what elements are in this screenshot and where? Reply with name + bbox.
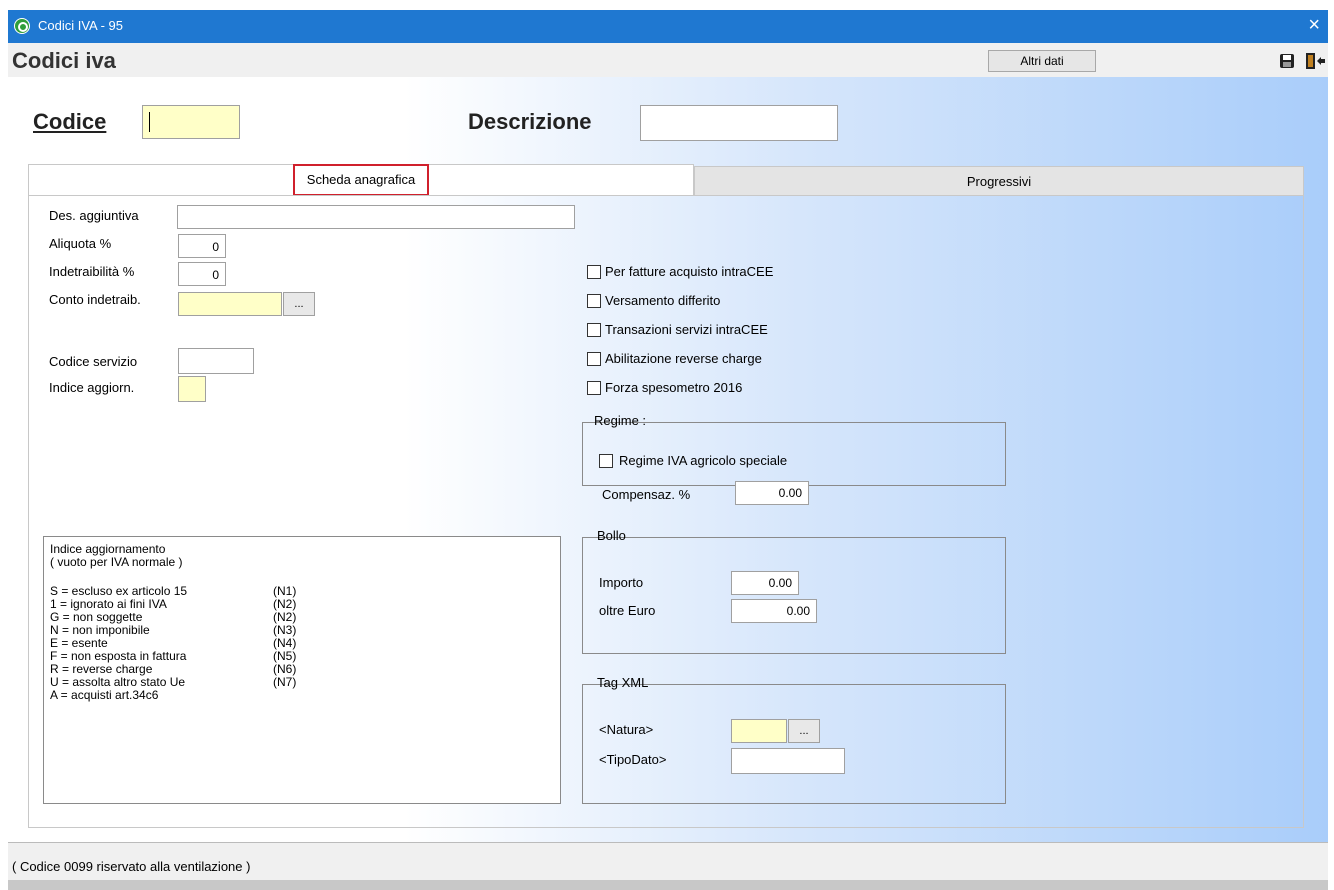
tab-scheda-anagrafica[interactable]: Scheda anagrafica: [28, 164, 694, 196]
aliquota-label: Aliquota %: [49, 236, 112, 251]
aliquota-input[interactable]: 0: [178, 234, 226, 258]
des-aggiuntiva-label: Des. aggiuntiva: [49, 208, 139, 223]
checkbox-versamento-differito[interactable]: [587, 294, 601, 308]
bollo-legend: Bollo: [597, 528, 626, 543]
tab-progressivi[interactable]: Progressivi: [694, 166, 1304, 196]
descrizione-label: Descrizione: [468, 109, 592, 134]
checkbox-transazioni-servizi[interactable]: [587, 323, 601, 337]
legend-subtitle: ( vuoto per IVA normale ): [50, 555, 183, 569]
codice-servizio-label: Codice servizio: [49, 354, 138, 369]
checkbox-reverse-charge[interactable]: [587, 352, 601, 366]
text-cursor: [149, 112, 150, 132]
checkbox-label: Abilitazione reverse charge: [605, 351, 762, 366]
indice-aggiorn-input[interactable]: [178, 376, 206, 402]
descrizione-input[interactable]: [640, 105, 838, 141]
oltre-euro-input[interactable]: 0.00: [731, 599, 817, 623]
regime-agricolo-label: Regime IVA agricolo speciale: [619, 453, 788, 468]
natura-lookup-button[interactable]: ...: [788, 719, 820, 743]
tipodato-label: <TipoDato>: [599, 752, 667, 767]
form-title: Codici iva: [12, 48, 116, 73]
indetraibilita-input[interactable]: 0: [178, 262, 226, 286]
natura-label: <Natura>: [599, 722, 654, 737]
oltre-euro-label: oltre Euro: [599, 603, 656, 618]
tag-xml-group: [582, 684, 1006, 804]
regime-legend: Regime :: [594, 413, 647, 428]
checkbox-label: Forza spesometro 2016: [605, 380, 743, 395]
altri-dati-button[interactable]: Altri dati: [988, 50, 1096, 72]
legend-row: A = acquisti art.34c6: [50, 688, 159, 702]
importo-label: Importo: [599, 575, 644, 590]
bottom-border: [8, 880, 1328, 890]
checkbox-label: Versamento differito: [605, 293, 721, 308]
status-bar: ( Codice 0099 riservato alla ventilazion…: [8, 842, 1328, 880]
form-header: Codici iva Altri dati: [8, 43, 1328, 77]
title-bar: Codici IVA - 95 ×: [8, 10, 1328, 43]
app-icon: [14, 18, 30, 34]
checkbox-fatture-intracee[interactable]: [587, 265, 601, 279]
checkbox-spesometro-2016[interactable]: [587, 381, 601, 395]
codice-label: Codice: [33, 109, 107, 134]
checkbox-label: Transazioni servizi intraCEE: [605, 322, 768, 337]
window-title: Codici IVA - 95: [38, 18, 124, 33]
indetraibilita-label: Indetraibilità %: [49, 264, 135, 279]
checkbox-label: Per fatture acquisto intraCEE: [605, 264, 774, 279]
tipodato-input[interactable]: [731, 748, 845, 774]
indice-legend-box: Indice aggiornamento ( vuoto per IVA nor…: [43, 536, 561, 804]
tag-xml-legend: Tag XML: [597, 675, 649, 690]
exit-icon[interactable]: [1304, 52, 1326, 70]
conto-indetraib-label: Conto indetraib.: [49, 292, 141, 307]
checkbox-regime-agricolo[interactable]: [599, 454, 613, 468]
conto-indetraib-input[interactable]: [178, 292, 282, 316]
natura-input[interactable]: [731, 719, 787, 743]
main-area: Codice Descrizione Scheda anagrafica Pro…: [8, 77, 1328, 842]
compensaz-input[interactable]: 0.00: [735, 481, 809, 505]
codice-servizio-input[interactable]: [178, 348, 254, 374]
conto-indetraib-lookup-button[interactable]: ...: [283, 292, 315, 316]
save-icon[interactable]: [1280, 54, 1294, 68]
indice-aggiorn-label: Indice aggiorn.: [49, 380, 135, 395]
compensaz-label: Compensaz. %: [602, 487, 691, 502]
close-icon[interactable]: ×: [1308, 14, 1320, 36]
tab-scheda-anagrafica-label: Scheda anagrafica: [292, 164, 430, 196]
importo-input[interactable]: 0.00: [731, 571, 799, 595]
status-text: ( Codice 0099 riservato alla ventilazion…: [12, 859, 251, 874]
legend-code: (N7): [273, 675, 297, 689]
des-aggiuntiva-input[interactable]: [177, 205, 575, 229]
bollo-group: [582, 537, 1006, 654]
codice-input[interactable]: [142, 105, 240, 139]
